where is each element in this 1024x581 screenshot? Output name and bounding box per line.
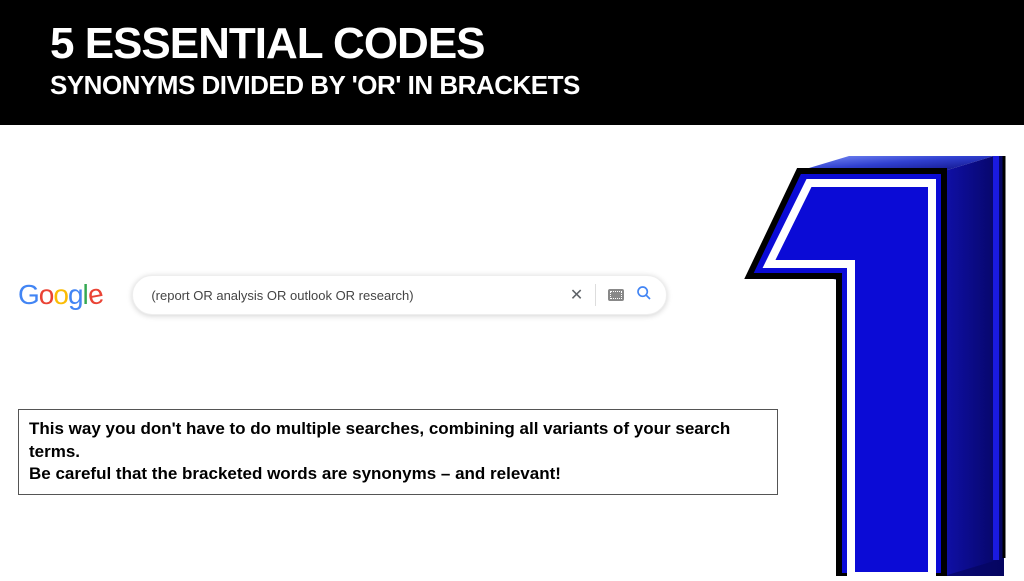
slide-title: 5 ESSENTIAL CODES bbox=[50, 20, 974, 68]
logo-letter: o bbox=[39, 279, 54, 311]
search-input[interactable] bbox=[151, 288, 570, 303]
slide-subtitle: SYNONYMS DIVIDED BY 'OR' IN BRACKETS bbox=[50, 70, 974, 101]
logo-letter: G bbox=[18, 279, 39, 311]
slide-header: 5 ESSENTIAL CODES SYNONYMS DIVIDED BY 'O… bbox=[0, 0, 1024, 125]
keyboard-icon[interactable] bbox=[608, 289, 624, 301]
search-icons: ✕ bbox=[570, 284, 652, 306]
logo-letter: o bbox=[53, 279, 68, 311]
clear-icon[interactable]: ✕ bbox=[570, 285, 583, 305]
big-number-one-graphic bbox=[654, 156, 1024, 576]
divider bbox=[595, 284, 596, 306]
search-icon[interactable] bbox=[636, 285, 652, 306]
search-row: G o o g l e ✕ bbox=[18, 275, 667, 315]
google-logo: G o o g l e bbox=[18, 279, 102, 311]
search-box[interactable]: ✕ bbox=[132, 275, 667, 315]
logo-letter: g bbox=[68, 279, 83, 311]
logo-letter: e bbox=[85, 278, 105, 312]
